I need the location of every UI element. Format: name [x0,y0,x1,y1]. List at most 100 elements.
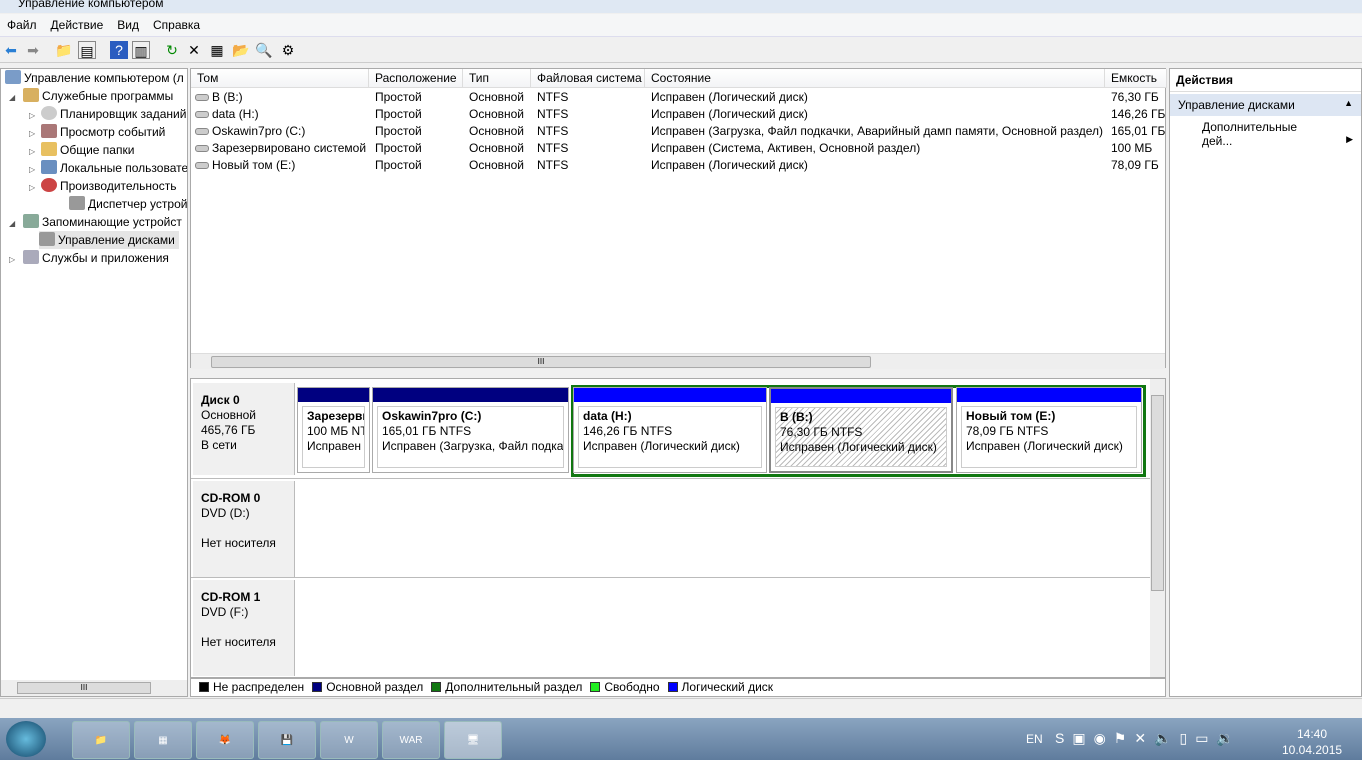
volume-cell: Простой [375,124,422,138]
column-header-volume[interactable]: Том [191,69,369,88]
back-icon[interactable]: ⬅ [2,41,20,59]
taskbar-computer-management[interactable]: 🖥 [444,721,502,759]
tree-item-services-apps[interactable]: Службы и приложения [23,249,169,267]
volume-cell: Исправен (Система, Активен, Основной раз… [651,141,921,155]
tray-icons[interactable]: S▣◉⚑✕🔈▯▭🔉 [1055,730,1242,747]
menu-action[interactable]: Действие [44,14,111,32]
taskbar-floppy-app[interactable]: 💾 [258,721,316,759]
graph-vertical-scrollbar[interactable] [1150,379,1165,677]
partition[interactable]: Oskawin7pro (C:) 165,01 ГБ NTFS Исправен (… [372,387,569,473]
legend-label: Дополнительный раздел [445,680,583,694]
more-actions[interactable]: Дополнительные дей... ▶ [1170,116,1361,152]
actions-pane: Действия Управление дисками ▲ Дополнитель… [1169,68,1362,697]
volume-cell: 78,09 ГБ [1111,158,1159,172]
legend: Не распределен Основной раздел Дополнитель… [190,678,1166,697]
refresh-icon[interactable]: ↻ [163,41,181,59]
tree-horizontal-scrollbar[interactable]: III [1,680,187,696]
actions-section[interactable]: Управление дисками ▲ [1170,94,1361,116]
partition[interactable]: data (H:) 146,26 ГБ NTFS Исправен (Логичес… [573,387,767,473]
tree-item-device-manager[interactable]: Диспетчер устройств [69,195,187,213]
tree-item-shared-folders[interactable]: Общие папки [41,141,134,159]
volume-name-cell[interactable]: Зарезервировано системой [195,140,367,157]
volume-list: Том Расположение Тип Файловая система Со… [190,68,1167,369]
disk-label[interactable]: CD-ROM 0 DVD (D:) Нет носителя [193,481,295,577]
up-icon[interactable]: 📁 [55,41,73,59]
tree-item-task-scheduler[interactable]: Планировщик заданий [41,105,186,123]
drive-icon [195,111,209,118]
disk-graphical-view: Диск 0 Основной 465,76 ГБ В сети Зарезерви 1… [190,378,1166,678]
expand-icon[interactable]: ▷ [9,255,15,264]
column-header-filesystem[interactable]: Файловая система [531,69,645,88]
taskbar-firefox[interactable]: 🦊 [196,721,254,759]
legend-swatch [667,682,678,692]
volume-cell: NTFS [537,141,569,155]
volume-cell: NTFS [537,107,569,121]
menu-view[interactable]: Вид [110,14,146,32]
partition[interactable]: Новый том (E:) 78,09 ГБ NTFS Исправен (Лог… [956,387,1142,473]
expand-icon[interactable]: ▷ [29,165,35,174]
expand-icon[interactable]: ▷ [29,147,35,156]
partition[interactable]: B (B:) 76,30 ГБ NTFS Исправен (Логический … [769,387,953,473]
tree-item-disk-management[interactable]: Управление дисками [39,231,179,249]
taskbar-explorer[interactable]: 📁 [72,721,130,759]
collapse-icon[interactable]: ◢ [9,93,15,102]
clock[interactable]: 14:40 10.04.2015 [1282,726,1342,758]
status-bar [0,698,1362,717]
volume-name-cell[interactable]: B (B:) [195,89,367,106]
legend-swatch [431,682,442,692]
forward-icon[interactable]: ➡ [24,41,42,59]
volume-cell: Простой [375,90,422,104]
volume-cell: 165,01 ГБ [1111,124,1166,138]
column-header-type[interactable]: Тип [463,69,531,88]
volume-cell: Основной [469,107,525,121]
partition[interactable]: Зарезерви 100 МБ NTI Исправен ( [297,387,370,473]
taskbar-war-of-mine[interactable]: WAR [382,721,440,759]
language-indicator[interactable]: EN [1026,732,1043,746]
search-icon[interactable]: 🔍 [255,41,273,59]
start-button[interactable] [6,721,46,757]
expand-icon[interactable]: ▷ [29,111,35,120]
tree-item-performance[interactable]: Производительность [41,177,176,195]
properties-icon[interactable]: ▦ [208,41,226,59]
collapse-icon[interactable]: ◢ [9,219,15,228]
taskbar-word[interactable]: W [320,721,378,759]
actions-title: Действия [1170,69,1361,92]
drive-icon [195,162,209,169]
delete-icon[interactable]: ✕ [185,41,203,59]
disk-label[interactable]: CD-ROM 1 DVD (F:) Нет носителя [193,580,295,676]
show-hide-tree-icon[interactable]: ▤ [78,41,96,59]
menu-file[interactable]: Файл [0,14,44,32]
collapse-icon: ▲ [1344,98,1353,108]
column-header-capacity[interactable]: Емкость [1105,69,1167,88]
expand-icon[interactable]: ▷ [29,183,35,192]
services-icon [23,250,39,264]
volume-name-cell[interactable]: Oskawin7pro (C:) [195,123,367,140]
volume-name-cell[interactable]: Новый том (E:) [195,157,367,174]
help-icon[interactable]: ? [110,41,128,59]
expand-icon[interactable]: ▷ [29,129,35,138]
open-icon[interactable]: 📂 [232,41,250,59]
volume-cell: Основной [469,141,525,155]
tree-item-system-tools[interactable]: Служебные программы [23,87,173,105]
list-horizontal-scrollbar[interactable]: III [191,353,1165,369]
disk-label[interactable]: Диск 0 Основной 465,76 ГБ В сети [193,383,295,475]
menu-help[interactable]: Справка [146,14,207,32]
menu-bar: Файл Действие Вид Справка [0,14,1362,37]
volume-cell: Исправен (Логический диск) [651,158,808,172]
tree-item-storage[interactable]: Запоминающие устройст [23,213,182,231]
event-viewer-icon [41,124,57,138]
settings-icon[interactable]: ⚙ [279,41,297,59]
volume-cell: 100 МБ [1111,141,1153,155]
tree-item-computer-management[interactable]: Управление компьютером (л [5,69,184,87]
taskbar-calculator[interactable]: ▦ [134,721,192,759]
column-header-status[interactable]: Состояние [645,69,1105,88]
drive-icon [195,128,209,135]
volume-cell: Исправен (Логический диск) [651,90,808,104]
column-header-layout[interactable]: Расположение [369,69,463,88]
tree-item-event-viewer[interactable]: Просмотр событий [41,123,165,141]
tree-item-local-users[interactable]: Локальные пользовате [41,159,187,177]
volume-cell: Исправен (Загрузка, Файл подкачки, Авари… [651,124,1103,138]
legend-swatch [199,682,209,692]
volume-name-cell[interactable]: data (H:) [195,106,367,123]
show-hide-action-icon[interactable]: ▥ [132,41,150,59]
